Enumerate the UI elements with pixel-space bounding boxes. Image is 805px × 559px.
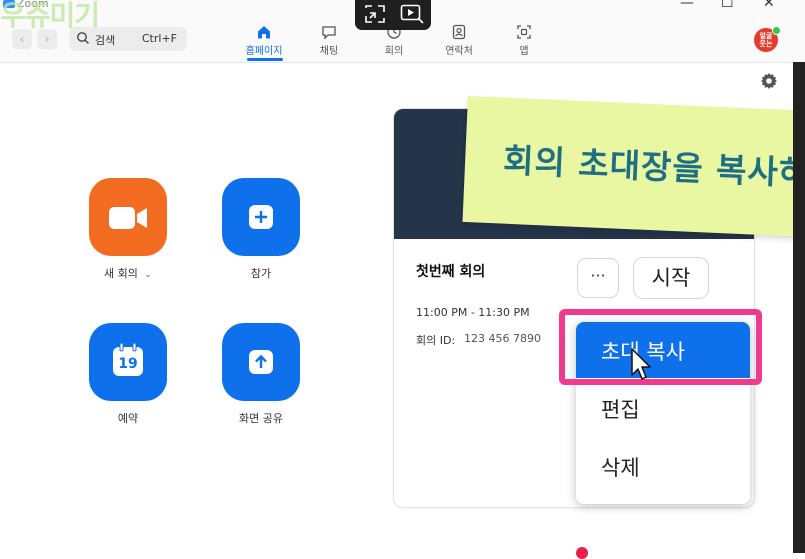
tab-contacts[interactable]: 연락처 [431, 24, 487, 57]
menu-item-delete[interactable]: 삭제 [576, 438, 750, 494]
play-window-icon[interactable] [400, 4, 424, 24]
back-arrow-icon[interactable]: ‹ [12, 29, 32, 49]
tab-apps[interactable]: 앱 [496, 24, 552, 57]
maximize-button[interactable]: ☐ [721, 0, 734, 11]
start-button[interactable]: 시작 [633, 257, 709, 299]
gear-icon[interactable] [760, 72, 778, 90]
more-options-button[interactable]: ··· [577, 258, 619, 298]
tab-label: 연락처 [445, 46, 473, 57]
caption-sticker: 회의 초대장을 복사하 [462, 96, 805, 238]
minimize-button[interactable]: — [680, 0, 694, 11]
search-shortcut: Ctrl+F [141, 32, 177, 45]
status-indicator [772, 26, 781, 35]
new-meeting-action[interactable]: 새 회의 ⌄ [68, 178, 188, 281]
meeting-time: 11:00 PM - 11:30 PM [416, 306, 530, 319]
chat-icon [322, 26, 336, 40]
window-edge [793, 62, 805, 553]
schedule-action[interactable]: 19 예약 [68, 323, 188, 426]
red-dot [576, 547, 588, 559]
join-button[interactable] [222, 178, 300, 256]
tab-label: 앱 [519, 46, 529, 57]
meeting-title: 첫번째 회의 [416, 264, 486, 280]
share-screen-action[interactable]: 화면 공유 [201, 323, 321, 426]
search-label: 검색 [95, 34, 116, 47]
menu-item-label: 삭제 [601, 456, 640, 480]
avatar-text: 얼굴 웃는 [759, 32, 773, 48]
tab-label: 채팅 [319, 46, 339, 57]
mouse-cursor-icon [631, 348, 651, 380]
menu-item-copy-invitation[interactable]: 초대 복사 [576, 322, 750, 378]
search-icon [77, 32, 89, 44]
new-meeting-label: 새 회의 [104, 267, 138, 280]
close-button[interactable]: ✕ [763, 0, 775, 11]
tab-home[interactable]: 홈페이지 [236, 24, 292, 57]
join-action[interactable]: 참가 [201, 178, 321, 281]
tab-chat[interactable]: 채팅 [301, 24, 357, 57]
home-icon [258, 26, 270, 39]
tab-label: 홈페이지 [245, 46, 283, 57]
video-player-controls [355, 0, 431, 30]
forward-arrow-icon[interactable]: › [37, 29, 57, 49]
caption-text: 회의 초대장을 복사하 [502, 140, 805, 193]
share-up-arrow-icon [249, 350, 273, 374]
tab-label: 회의 [384, 46, 404, 57]
menu-item-label: 편집 [601, 398, 640, 422]
new-meeting-button[interactable] [89, 178, 167, 256]
meeting-options-menu: 초대 복사 편집 삭제 [576, 322, 750, 504]
search-input[interactable]: 검색 Ctrl+F [69, 27, 187, 51]
more-icon: ··· [590, 266, 606, 285]
title-bar: Zoom 우쥬미기 ‹ › 검색 Ctrl+F 홈페이지 채팅 회의 연락처 앱… [0, 0, 805, 63]
picture-in-picture-icon[interactable] [364, 4, 386, 24]
meeting-id: 123 456 7890 [464, 332, 541, 345]
active-tab-indicator [247, 58, 283, 61]
share-screen-button[interactable] [222, 323, 300, 401]
calendar-date: 19 [118, 356, 138, 372]
schedule-label: 예약 [117, 412, 139, 425]
chevron-down-icon[interactable]: ⌄ [144, 270, 152, 280]
apps-icon [517, 25, 531, 39]
plus-icon [249, 205, 273, 229]
contacts-icon [452, 24, 466, 40]
share-screen-label: 화면 공유 [239, 412, 283, 425]
app-title: Zoom [17, 0, 49, 10]
menu-item-edit[interactable]: 편집 [576, 380, 750, 436]
meeting-id-label: 회의 ID: [416, 334, 456, 347]
video-camera-icon [109, 207, 147, 229]
schedule-button[interactable]: 19 [89, 323, 167, 401]
join-label: 참가 [250, 267, 272, 280]
